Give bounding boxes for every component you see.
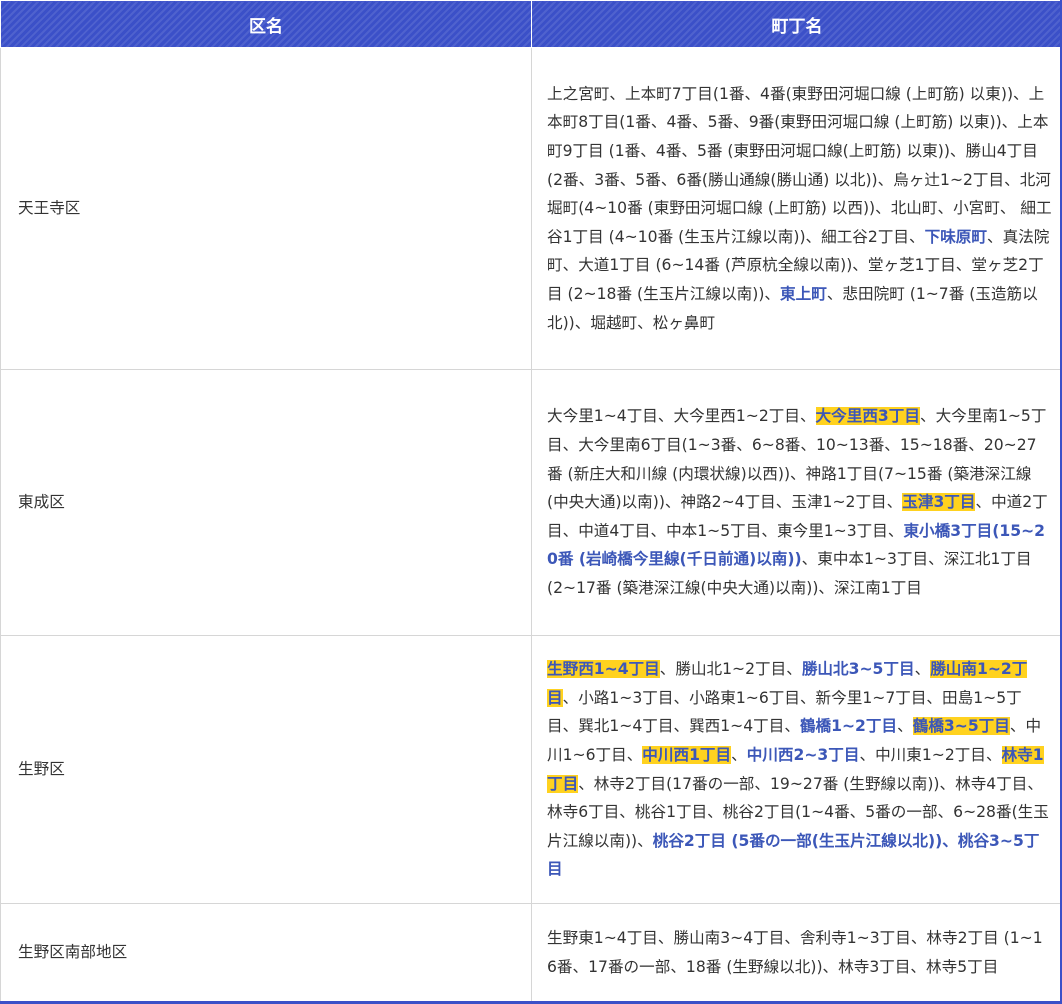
town-list-cell: 生野東1~4丁目、勝山南3~4丁目、舎利寺1~3丁目、林寺2丁目 (1~16番、… [531, 903, 1062, 1002]
ward-name-cell: 生野区南部地区 [0, 903, 532, 1002]
table-row: 東成区 大今里1~4丁目、大今里西1~2丁目、大今里西3丁目、大今里南1~5丁目、… [0, 369, 1062, 636]
town-text: 大今里1~4丁目、大今里西1~2丁目、 [547, 407, 816, 426]
town-text: 上之宮町、上本町7丁目(1番、4番(東野田河堀口線 (上町筋) 以東))、上本町… [547, 84, 1052, 246]
town-link[interactable]: 中川西1丁目 [642, 745, 732, 764]
town-link[interactable]: 勝山北3~5丁目 [802, 660, 915, 678]
header-row: 区名 町丁名 [0, 0, 1062, 48]
town-link[interactable]: 生野西1~4丁目 [547, 660, 660, 679]
ward-town-table: 区名 町丁名 天王寺区 上之宮町、上本町7丁目(1番、4番(東野田河堀口線 (上町… [0, 0, 1062, 1002]
town-list-cell: 大今里1~4丁目、大今里西1~2丁目、大今里西3丁目、大今里南1~5丁目、大今里… [531, 369, 1062, 636]
table-row: 生野区南部地区 生野東1~4丁目、勝山南3~4丁目、舎利寺1~3丁目、林寺2丁目 … [0, 903, 1062, 1002]
town-table-container: 区名 町丁名 天王寺区 上之宮町、上本町7丁目(1番、4番(東野田河堀口線 (上町… [0, 0, 1062, 1004]
town-text: 、 [897, 717, 913, 736]
header-town: 町丁名 [531, 0, 1062, 48]
town-link[interactable]: 玉津3丁目 [902, 493, 976, 512]
ward-name-cell: 天王寺区 [0, 47, 532, 370]
town-link[interactable]: 下味原町 [925, 228, 987, 246]
town-link[interactable]: 中川西2~3丁目 [747, 746, 860, 764]
town-text: 、 [731, 745, 747, 764]
town-text: 、勝山北1~2丁目、 [659, 660, 802, 679]
table-row: 生野区 生野西1~4丁目、勝山北1~2丁目、勝山北3~5丁目、勝山南1~2丁目、小… [0, 635, 1062, 904]
town-text: 、中川東1~2丁目、 [859, 745, 1002, 764]
town-link[interactable]: 大今里西3丁目 [815, 407, 920, 426]
header-ward: 区名 [0, 0, 532, 48]
town-text: 生野東1~4丁目、勝山南3~4丁目、舎利寺1~3丁目、林寺2丁目 (1~16番、… [547, 928, 1043, 976]
table-row: 天王寺区 上之宮町、上本町7丁目(1番、4番(東野田河堀口線 (上町筋) 以東))… [0, 47, 1062, 370]
ward-name-cell: 東成区 [0, 369, 532, 636]
town-link[interactable]: 鶴橋1~2丁目 [800, 717, 897, 735]
town-text: 、 [914, 660, 931, 679]
ward-name-cell: 生野区 [0, 635, 532, 904]
town-list-cell: 上之宮町、上本町7丁目(1番、4番(東野田河堀口線 (上町筋) 以東))、上本町… [531, 47, 1062, 370]
town-list-cell: 生野西1~4丁目、勝山北1~2丁目、勝山北3~5丁目、勝山南1~2丁目、小路1~… [531, 635, 1062, 904]
town-link[interactable]: 東上町 [780, 285, 827, 303]
town-link[interactable]: 鶴橋3~5丁目 [912, 717, 1010, 736]
